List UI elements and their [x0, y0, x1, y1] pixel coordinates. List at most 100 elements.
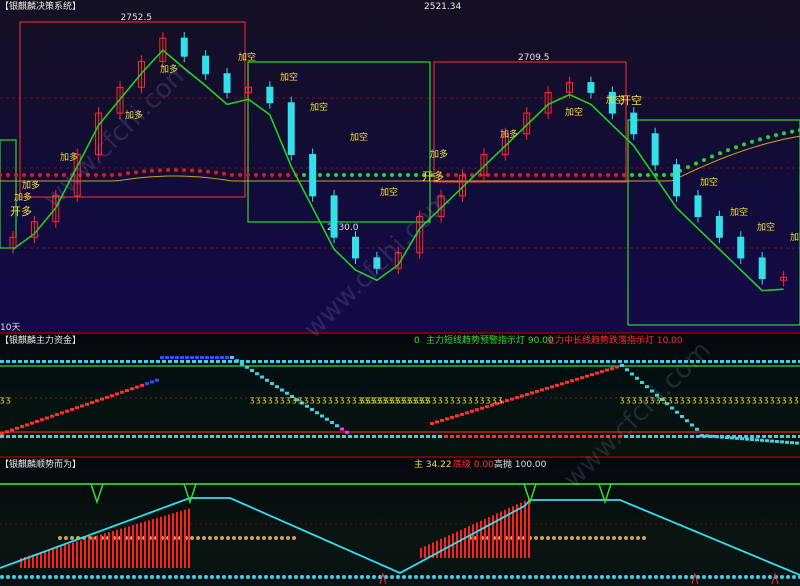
band-dot [390, 575, 394, 579]
band-dot [588, 435, 592, 438]
panel1-value: 2521.34 [424, 2, 462, 12]
band-dot [600, 575, 604, 579]
signal-mark: ʒ [746, 395, 751, 404]
band-dot [648, 575, 652, 579]
band-dot [222, 360, 226, 363]
band-dot [414, 575, 418, 579]
capital-point [445, 417, 449, 421]
band-dot [684, 575, 688, 579]
band-dot [30, 360, 34, 363]
band-dot [126, 435, 130, 438]
band-dot [678, 575, 682, 579]
band-dot [180, 435, 184, 438]
panel3-legend-0: 主 34.22 [414, 460, 452, 470]
mid-dot [564, 536, 568, 540]
band-dot [168, 360, 172, 363]
hist-bar [488, 517, 490, 558]
capital-point [750, 438, 754, 441]
ma-dot [790, 129, 794, 134]
signal-mark: ʒ [794, 395, 799, 404]
candle-body [266, 86, 274, 104]
capital-point [315, 411, 319, 415]
ma-dot [182, 168, 186, 173]
band-dot [432, 575, 436, 579]
signal-mark: ʒ [366, 395, 371, 404]
capital-point [585, 374, 589, 378]
band-dot [594, 575, 598, 579]
signal-mark: ʒ [450, 395, 455, 404]
capital-point [75, 406, 79, 410]
band-dot [156, 575, 160, 579]
band-dot [222, 575, 226, 579]
signal-annotation: 加多 [500, 128, 518, 140]
band-dot [516, 575, 520, 579]
band-dot [150, 360, 154, 363]
signal-mark: ʒ [468, 395, 473, 404]
signal-mark: ʒ [704, 395, 709, 404]
band-dot [174, 435, 178, 438]
ma-dot [206, 169, 210, 174]
capital-point [40, 418, 44, 422]
band-dot [780, 575, 784, 579]
signal-mark: ʒ [352, 395, 357, 404]
band-dot [6, 435, 10, 438]
band-dot [540, 575, 544, 579]
band-dot [54, 435, 58, 438]
mid-dot [268, 536, 272, 540]
band-dot [72, 575, 76, 579]
hist-bar [420, 548, 422, 558]
ma-dot [358, 173, 362, 177]
ma-dot [30, 173, 34, 177]
band-dot [666, 575, 670, 579]
band-dot [444, 575, 448, 579]
band-dot [450, 360, 454, 363]
mid-dot [624, 536, 628, 540]
band-dot [72, 360, 76, 363]
band-dot [588, 575, 592, 579]
capital-point [730, 436, 734, 440]
band-dot [402, 360, 406, 363]
band-dot [744, 360, 748, 363]
signal-box [247, 61, 431, 223]
hist-bar [156, 518, 158, 568]
capital-point [675, 410, 679, 414]
ma-dot [126, 171, 130, 176]
band-dot [300, 575, 304, 579]
band-dot [378, 435, 382, 438]
band-dot [786, 575, 790, 579]
capital-point [465, 411, 469, 415]
band-dot [246, 435, 250, 438]
signal-annotation: 加空 [565, 106, 583, 118]
signal-mark: ʒ [360, 395, 365, 404]
panel2-header: 【银麒麟主力资金】 0 主力短线趋势预警指示灯 90.00 主力中长线趋势跌落指… [0, 334, 683, 348]
band-dot [552, 575, 556, 579]
ma-dot [142, 169, 146, 174]
band-dot [540, 435, 544, 438]
band-dot [300, 435, 304, 438]
capital-point [275, 385, 279, 389]
band-dot [60, 360, 64, 363]
band-dot [348, 575, 352, 579]
mid-dot [642, 536, 646, 540]
hist-bar [180, 510, 182, 568]
band-dot [276, 435, 280, 438]
hist-bar [436, 540, 438, 558]
ma-dot [566, 173, 570, 177]
band-dot [282, 360, 286, 363]
signal-mark: ʒ [328, 395, 333, 404]
band-dot [444, 435, 448, 438]
ma-dot [494, 173, 498, 177]
capital-point [85, 402, 89, 406]
band-dot [12, 360, 16, 363]
band-dot [498, 435, 502, 438]
capital-point [185, 356, 189, 359]
band-dot [774, 435, 778, 438]
band-dot [24, 435, 28, 438]
band-dot [534, 360, 538, 363]
capital-point [555, 383, 559, 387]
band-dot [168, 575, 172, 579]
hist-bar [60, 546, 62, 568]
capital-point [320, 414, 324, 418]
band-dot [30, 575, 34, 579]
band-dot [276, 360, 280, 363]
